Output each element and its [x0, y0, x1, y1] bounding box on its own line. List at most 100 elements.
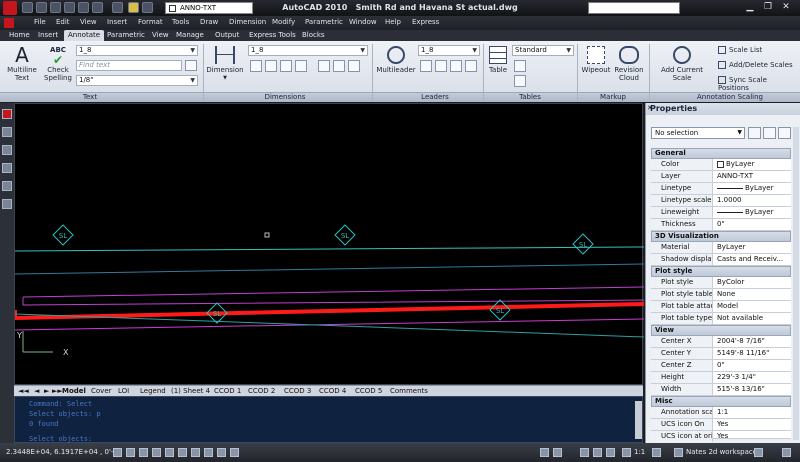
section-3d-visualization[interactable]: 3D Visualization: [651, 231, 791, 242]
check-spelling-button[interactable]: ABC ✔ Check Spelling: [42, 46, 74, 82]
tab-parametric[interactable]: Parametric: [103, 30, 149, 41]
add-leader-icon[interactable]: [420, 60, 432, 72]
doc-icon[interactable]: [4, 18, 14, 28]
section-misc[interactable]: Misc: [651, 396, 791, 407]
close-icon[interactable]: ✕: [647, 104, 655, 113]
prop-row-ucs-icon-origin[interactable]: UCS icon at origin Yes: [651, 431, 791, 442]
menu-modify[interactable]: Modify: [272, 18, 295, 26]
lineweight-icon[interactable]: [217, 448, 226, 457]
dim-tool-icon[interactable]: [318, 60, 330, 72]
find-binoculars-icon[interactable]: [185, 60, 197, 71]
collect-leaders-icon[interactable]: [465, 60, 477, 72]
dim-style-dropdown[interactable]: 1_8 ▼: [248, 45, 368, 56]
snap-mode-icon[interactable]: [113, 448, 122, 457]
add-delete-scales-button[interactable]: Add/Delete Scales: [718, 61, 793, 71]
section-plot-style[interactable]: Plot style: [651, 266, 791, 277]
table-tool-icon[interactable]: [514, 75, 526, 87]
tab-view[interactable]: View: [148, 30, 173, 41]
tab-blocks[interactable]: Blocks: [298, 30, 329, 41]
prop-row-plot-table-attach[interactable]: Plot table attach... Model: [651, 301, 791, 313]
toolbar-icon[interactable]: [2, 199, 12, 209]
find-text-input[interactable]: Find text: [76, 60, 182, 71]
menu-tools[interactable]: Tools: [172, 18, 189, 26]
autocad-app-icon[interactable]: [2, 109, 12, 119]
prop-row-center-z[interactable]: Center Z 0": [651, 360, 791, 372]
menu-file[interactable]: File: [34, 18, 46, 26]
markup-panel-label[interactable]: Markup: [590, 93, 636, 101]
ucs-icon[interactable]: [191, 448, 200, 457]
ortho-mode-icon[interactable]: [139, 448, 148, 457]
pan-icon[interactable]: [580, 448, 589, 457]
prop-row-color[interactable]: Color ByLayer: [651, 159, 791, 171]
nav-next-icon[interactable]: ►: [44, 387, 49, 396]
command-prompt[interactable]: Select objects:: [29, 435, 92, 443]
close-button[interactable]: ✕: [778, 1, 794, 13]
dim-tool-icon[interactable]: [348, 60, 360, 72]
drawing-canvas[interactable]: SL SL SL SL SL Y X: [13, 103, 645, 385]
workspace-dropdown[interactable]: Nates 2d workspace: [686, 448, 757, 456]
annotation-scaling-panel-label[interactable]: Annotation Scaling: [690, 93, 770, 101]
layout-tab[interactable]: CCOD 2: [248, 387, 275, 396]
object-snap-tracking-icon[interactable]: [178, 448, 187, 457]
clean-screen-icon[interactable]: [782, 448, 791, 457]
layout-tab[interactable]: CCOD 5: [355, 387, 382, 396]
nav-first-icon[interactable]: ◄◄: [18, 387, 29, 396]
prop-row-thickness[interactable]: Thickness 0": [651, 219, 791, 231]
layout-tab[interactable]: LOI: [118, 387, 129, 396]
maximize-button[interactable]: ❐: [760, 1, 776, 13]
menu-window[interactable]: Window: [349, 18, 377, 26]
tab-insert[interactable]: Insert: [34, 30, 62, 41]
prop-row-width[interactable]: Width 515'-8 13/16": [651, 384, 791, 396]
search-input[interactable]: [588, 2, 680, 14]
quick-select-icon[interactable]: [778, 127, 791, 139]
layout-tab[interactable]: (1) Sheet 4: [171, 387, 210, 396]
section-view[interactable]: View: [651, 325, 791, 336]
prop-row-shadow-display[interactable]: Shadow display Casts and Receiv...: [651, 254, 791, 266]
annotation-scale-value[interactable]: 1:1: [634, 448, 645, 456]
table-style-dropdown[interactable]: Standard ▼: [512, 45, 574, 56]
layout-tab[interactable]: CCOD 1: [214, 387, 241, 396]
sync-scale-positions-button[interactable]: Sync Scale Positions: [718, 76, 800, 92]
prop-row-center-x[interactable]: Center X 2004'-8 7/16": [651, 336, 791, 348]
dimensions-panel-label[interactable]: Dimensions: [250, 93, 320, 101]
workspace-icon[interactable]: [674, 448, 683, 457]
layout-tab[interactable]: CCOD 4: [319, 387, 346, 396]
dim-tool-icon[interactable]: [333, 60, 345, 72]
model-space-icon[interactable]: [540, 448, 549, 457]
add-current-scale-button[interactable]: Add Current Scale: [652, 44, 712, 82]
dim-tool-icon[interactable]: [250, 60, 262, 72]
prop-row-material[interactable]: Material ByLayer: [651, 242, 791, 254]
toolbar-icon[interactable]: [2, 163, 12, 173]
align-leaders-icon[interactable]: [450, 60, 462, 72]
text-style-dropdown[interactable]: 1_8 ▼: [76, 45, 198, 56]
layout-tab[interactable]: CCOD 3: [284, 387, 311, 396]
dim-tool-icon[interactable]: [280, 60, 292, 72]
dim-tool-icon[interactable]: [265, 60, 277, 72]
prop-row-linetype[interactable]: Linetype ByLayer: [651, 183, 791, 195]
menu-express[interactable]: Express: [412, 18, 439, 26]
annotation-scale-icon[interactable]: [622, 448, 631, 457]
menu-insert[interactable]: Insert: [107, 18, 127, 26]
table-button[interactable]: Table: [486, 44, 510, 74]
annotation-visibility-icon[interactable]: [652, 448, 661, 457]
menu-dimension[interactable]: Dimension: [229, 18, 266, 26]
selection-dropdown[interactable]: No selection ▼: [651, 127, 745, 139]
prop-row-linetype-scale[interactable]: Linetype scale 1.0000: [651, 195, 791, 207]
minimize-button[interactable]: ▁: [742, 1, 758, 13]
leaders-panel-label[interactable]: Leaders: [405, 93, 465, 101]
polar-tracking-icon[interactable]: [152, 448, 161, 457]
tables-panel-label[interactable]: Tables: [505, 93, 555, 101]
steering-wheel-icon[interactable]: [606, 448, 615, 457]
quick-properties-icon[interactable]: [230, 448, 239, 457]
properties-scrollbar[interactable]: [793, 127, 799, 440]
toggle-pickadd-icon[interactable]: [748, 127, 761, 139]
prop-row-center-y[interactable]: Center Y 5149'-8 11/16": [651, 348, 791, 360]
prop-row-plot-style-table[interactable]: Plot style table None: [651, 289, 791, 301]
wipeout-button[interactable]: Wipeout: [580, 44, 612, 74]
remove-leader-icon[interactable]: [435, 60, 447, 72]
zoom-icon[interactable]: [593, 448, 602, 457]
prop-row-plot-table-type[interactable]: Plot table type Not available: [651, 313, 791, 325]
menu-parametric[interactable]: Parametric: [305, 18, 343, 26]
toolbar-icon[interactable]: [2, 181, 12, 191]
table-tool-icon[interactable]: [514, 60, 526, 72]
